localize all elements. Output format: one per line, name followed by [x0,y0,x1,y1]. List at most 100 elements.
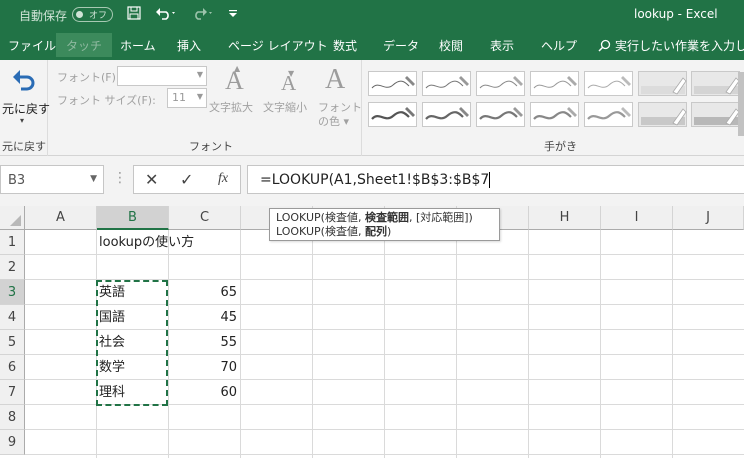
grow-font-label[interactable]: 文字拡大 [209,101,253,115]
font-name-select[interactable]: ▼ [117,66,207,86]
row-header-2[interactable]: 2 [0,255,25,280]
caret-down-icon: ▼ [288,69,295,78]
row-header-4[interactable]: 4 [0,305,25,330]
tab-touch[interactable]: タッチ [56,33,113,57]
formula-input[interactable]: =LOOKUP(A1,Sheet1!$B$3:$B$7 [247,165,744,194]
ribbon-tabs: ファイル タッチ ホーム 挿入 ページ レイアウト 数式 データ 校閲 表示 ヘ… [0,30,744,60]
enter-icon[interactable]: ✓ [180,170,193,189]
chevron-down-icon: ▼ [196,92,203,101]
row-header-6[interactable]: 6 [0,355,25,380]
row-header-9[interactable]: 9 [0,430,25,455]
undo-large-icon[interactable] [11,68,37,101]
gridline [384,230,385,458]
row-header-3[interactable]: 3 [0,280,25,305]
gridline [528,230,529,458]
column-header-j[interactable]: J [673,206,744,230]
tab-review[interactable]: 校閲 [439,37,463,54]
tooltip-array-form[interactable]: LOOKUP(検査値, 配列) [276,225,493,239]
window-title: lookup - Excel [634,7,718,21]
row-header-7[interactable]: 7 [0,380,25,405]
font-color-icon[interactable]: A [325,64,345,96]
gridline [672,230,673,458]
cancel-icon[interactable]: ✕ [145,170,158,189]
autosave-label: 自動保存 [19,9,68,23]
font-color-label-2[interactable]: の色 ▾ [318,115,349,129]
column-header-c[interactable]: C [169,206,241,230]
cell-c7[interactable]: 60 [169,380,240,405]
undo-group: 元に戻す ▾ 元に戻す [0,60,50,156]
customize-qat-icon[interactable] [228,6,238,24]
font-size-value: 11 [172,91,186,104]
cell-c6[interactable]: 70 [169,355,240,380]
tab-view[interactable]: 表示 [490,37,514,54]
gridline [240,230,241,458]
highlighter-1[interactable] [638,71,687,96]
row-header-8[interactable]: 8 [0,405,25,430]
undo-dropdown-icon[interactable]: ▾ [20,116,24,125]
tab-insert[interactable]: 挿入 [177,37,201,54]
function-syntax-tooltip[interactable]: LOOKUP(検査値, 検査範囲, [対応範囲]) LOOKUP(検査値, 配列… [269,208,500,241]
tab-page-layout[interactable]: ページ レイアウト [228,37,328,54]
tab-home[interactable]: ホーム [120,37,156,54]
font-size-label: フォント サイズ(F): [57,94,156,107]
cell-c3[interactable]: 65 [169,280,240,305]
row-header-5[interactable]: 5 [0,330,25,355]
font-group-label: フォント [189,140,233,153]
tell-me-search[interactable]: 実行したい作業を入力して [598,37,744,54]
tooltip-vector-form[interactable]: LOOKUP(検査値, 検査範囲, [対応範囲]) [276,211,493,225]
save-icon[interactable] [127,6,141,24]
pen-2[interactable] [422,71,471,96]
column-header-h[interactable]: H [529,206,601,230]
pen-8[interactable] [476,102,525,127]
pen-7[interactable] [422,102,471,127]
chevron-down-icon[interactable]: ▼ [90,174,97,184]
caret-up-icon: ▲ [234,64,241,73]
shrink-font-label[interactable]: 文字縮小 [263,101,307,115]
cell-c5[interactable]: 55 [169,330,240,355]
tab-help[interactable]: ヘルプ [541,37,577,54]
highlighter-3[interactable] [638,102,687,127]
column-header-i[interactable]: I [601,206,673,230]
worksheet-grid[interactable]: A B C D E F G H I J 1 2 3 4 5 6 7 8 9 lo… [0,206,744,458]
ribbon: 元に戻す ▾ 元に戻す フォント(F): ▼ フォント サイズ(F): 11 ▼… [0,60,744,156]
formula-text: =LOOKUP(A1,Sheet1!$B$3:$B$7 [260,172,491,188]
pen-6[interactable] [368,102,417,127]
name-box[interactable]: B3 ▼ [0,165,104,194]
pen-5[interactable] [584,71,633,96]
select-all-button[interactable] [0,206,25,230]
cell-b1[interactable]: lookupの使い方 [99,230,194,255]
tab-data[interactable]: データ [383,37,419,54]
tab-file[interactable]: ファイル [8,37,56,54]
search-icon [598,39,611,52]
name-box-value: B3 [8,173,26,188]
pen-3[interactable] [476,71,525,96]
drag-handle-icon[interactable]: ⋮ [113,170,127,186]
insert-function-icon[interactable]: fx [218,171,228,187]
pen-10[interactable] [584,102,633,127]
undo-group-label: 元に戻す [2,140,46,153]
tab-formulas[interactable]: 数式 [333,37,357,54]
pen-1[interactable] [368,71,417,96]
highlighter-4[interactable] [691,102,740,127]
pen-4[interactable] [530,71,579,96]
select-all-triangle-icon [10,215,21,226]
font-color-label-1[interactable]: フォント [318,101,362,115]
column-header-a[interactable]: A [25,206,97,230]
font-size-select[interactable]: 11 ▼ [167,88,207,108]
row-header-1[interactable]: 1 [0,230,25,255]
gridline [456,230,457,458]
chevron-down-icon: ▼ [196,70,203,79]
undo-icon[interactable] [155,6,177,24]
cell-c4[interactable]: 45 [169,305,240,330]
autosave-toggle[interactable]: オフ [72,7,113,22]
undo-button-label[interactable]: 元に戻す [2,100,50,117]
pen-9[interactable] [530,102,579,127]
column-header-b[interactable]: B [97,206,169,230]
pen-gallery-scrollbar[interactable] [738,72,744,136]
highlighter-2[interactable] [691,71,740,96]
range-selection-marquee [96,280,168,406]
tell-me-text: 実行したい作業を入力して [615,39,744,53]
gridline [312,230,313,458]
redo-icon[interactable] [192,6,214,24]
text-cursor [489,172,491,188]
